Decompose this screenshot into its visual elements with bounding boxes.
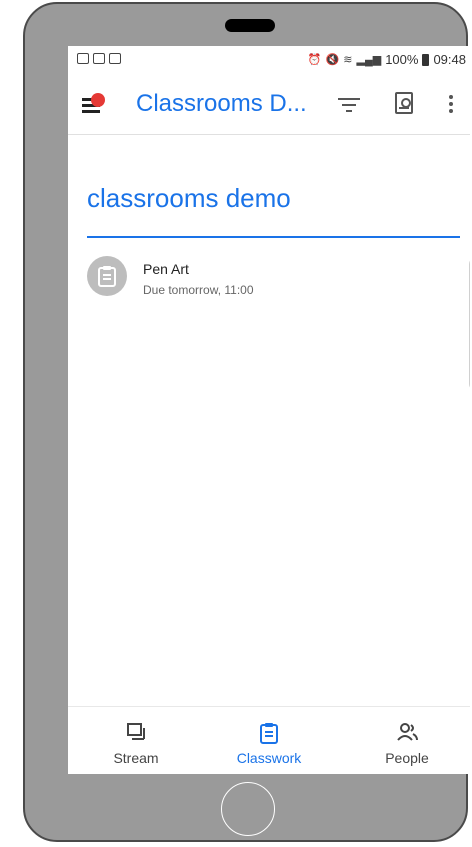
class-drive-folder-button[interactable] [395,92,413,114]
classroom-name: classrooms demo [87,183,291,213]
battery-icon [422,53,430,66]
app-notification-icon [109,53,121,64]
classwork-icon [260,723,278,744]
menu-button[interactable] [82,93,108,117]
wifi-icon: ≋ [343,54,353,66]
assignment-due-date: Due tomorrow, 11:00 [143,283,254,297]
home-button[interactable] [221,782,275,836]
nav-label-people: People [385,750,429,766]
assignment-icon [87,256,127,296]
battery-percent: 100% [385,52,419,67]
bottom-navigation: Stream Classwork People [68,706,470,774]
notification-dot [91,93,105,107]
app-bar: Classrooms D... [68,74,470,135]
gallery-notification-icon [77,53,89,64]
status-system-icons: ⏰ 🔇 ≋ ▂▄▆ 100% 09:48 [308,52,466,67]
more-vert-icon [449,95,453,99]
phone-frame: ⏰ 🔇 ≋ ▂▄▆ 100% 09:48 Classrooms D... cla… [23,2,470,842]
assignment-title: Pen Art [143,261,189,277]
nav-item-people[interactable]: People [352,707,462,774]
status-notification-icons [77,53,121,64]
title-divider [87,236,460,238]
keyboard-notification-icon [93,53,105,64]
phone-speaker [225,19,275,32]
more-options-button[interactable] [448,94,454,114]
app-title: Classrooms D... [136,90,307,117]
nav-item-stream[interactable]: Stream [81,707,191,774]
mute-icon: 🔇 [325,54,340,66]
stream-icon [127,723,145,740]
nav-label-classwork: Classwork [236,750,302,766]
status-bar: ⏰ 🔇 ≋ ▂▄▆ 100% 09:48 [68,46,470,74]
side-panel-handle[interactable] [469,258,470,390]
signal-icon: ▂▄▆ [356,54,382,66]
assignment-item[interactable]: Pen Art Due tomorrow, 11:00 [87,256,457,304]
people-icon [397,723,418,741]
nav-item-classwork[interactable]: Classwork [214,707,324,774]
app-screen: ⏰ 🔇 ≋ ▂▄▆ 100% 09:48 Classrooms D... cla… [68,46,470,774]
status-time: 09:48 [433,52,466,67]
filter-icon [338,98,360,100]
filter-button[interactable] [338,97,360,113]
nav-label-stream: Stream [113,750,159,766]
alarm-icon: ⏰ [307,54,322,66]
